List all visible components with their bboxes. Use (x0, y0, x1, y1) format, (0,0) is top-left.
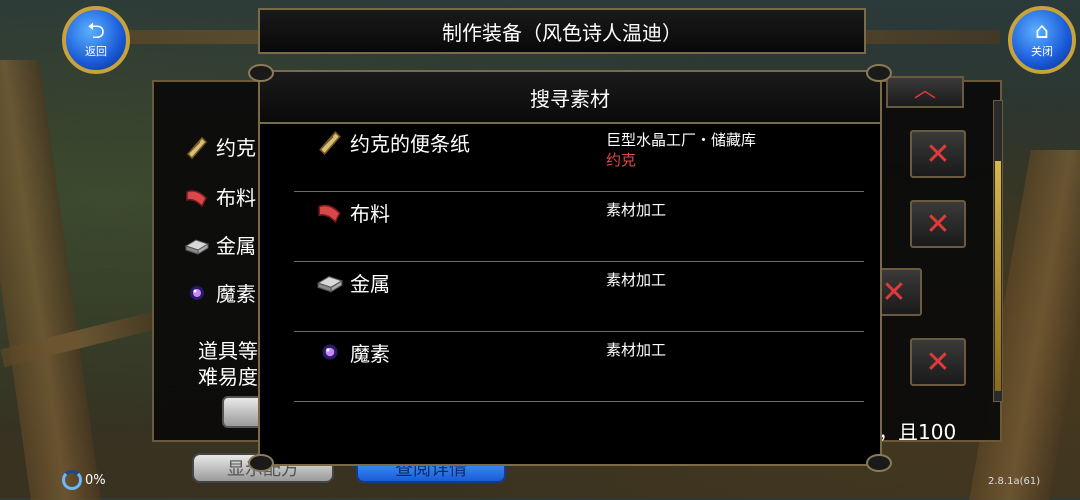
material-name: 布料 (350, 202, 390, 226)
material-name: 约克的便条纸 (350, 132, 470, 156)
dialog-title: 搜寻素材 (530, 86, 610, 111)
material-label: 布料 (216, 186, 256, 210)
material-name: 魔素 (350, 342, 390, 366)
close-button[interactable]: ⌂ 关闭 (1008, 6, 1076, 74)
requirement-text: 道具等 难易度 (198, 339, 258, 389)
return-arrow-icon: ⮌ (87, 19, 105, 44)
list-item[interactable]: 金属 素材加工 (294, 262, 864, 332)
note-icon (319, 131, 341, 156)
material-name: 金属 (350, 272, 390, 296)
cloth-icon (318, 204, 341, 224)
magic-orb-icon (322, 344, 338, 360)
scrollbar[interactable] (993, 100, 1003, 402)
material-item-cloth[interactable]: 布料 (184, 182, 256, 211)
material-item-metal[interactable]: 金属 (184, 230, 256, 259)
material-source: 巨型水晶工厂・储藏库 约克 (606, 131, 757, 169)
loading-progress: 0% (85, 472, 106, 488)
note-icon (186, 136, 208, 159)
frame-ornament (866, 454, 892, 472)
bg-wood-beam (0, 60, 101, 500)
material-item-note[interactable]: 约克 (184, 132, 256, 161)
material-source: 素材加工 (606, 201, 667, 219)
back-label: 返回 (85, 45, 107, 58)
remove-button[interactable]: ✕ (910, 338, 966, 386)
dialog-header: 搜寻素材 (260, 72, 880, 124)
remove-button[interactable]: ✕ (910, 130, 966, 178)
material-item-magic[interactable]: 魔素 (184, 278, 256, 307)
close-label: 关闭 (1031, 45, 1053, 58)
material-label: 约克 (216, 136, 256, 160)
metal-icon (316, 276, 344, 293)
material-label: 魔素 (216, 282, 256, 306)
list-item[interactable]: 魔素 素材加工 (294, 332, 864, 402)
material-source: 素材加工 (606, 271, 667, 289)
list-item[interactable]: 约克的便条纸 巨型水晶工厂・储藏库 约克 (294, 122, 864, 192)
remove-button[interactable]: ✕ (910, 200, 966, 248)
magic-orb-icon (190, 285, 204, 300)
frame-ornament (866, 64, 892, 82)
page-title-bar: 制作装备（风色诗人温迪） (258, 8, 866, 54)
cloth-icon (186, 189, 207, 207)
frame-ornament (248, 64, 274, 82)
version-label: 2.8.1a(61) (988, 476, 1041, 487)
material-location: 约克 (606, 151, 637, 169)
requirement-note: ，且100 (878, 420, 957, 444)
search-materials-dialog: 搜寻素材 约克的便条纸 巨型水晶工厂・储藏库 约克 布料 素材加工 金属 素材加… (248, 64, 892, 472)
material-label: 金属 (216, 234, 256, 258)
home-icon: ⌂ (1035, 19, 1049, 44)
material-source: 素材加工 (606, 341, 667, 359)
scrollbar-thumb[interactable] (995, 161, 1001, 391)
frame-ornament (248, 454, 274, 472)
loading-spinner-icon (62, 470, 82, 490)
scroll-up-button[interactable]: ︿ (886, 76, 964, 108)
page-title: 制作装备（风色诗人温迪） (442, 20, 682, 45)
back-button[interactable]: ⮌ 返回 (62, 6, 130, 74)
loading-indicator: 0% (62, 470, 106, 490)
list-item[interactable]: 布料 素材加工 (294, 192, 864, 262)
metal-icon (184, 238, 210, 255)
